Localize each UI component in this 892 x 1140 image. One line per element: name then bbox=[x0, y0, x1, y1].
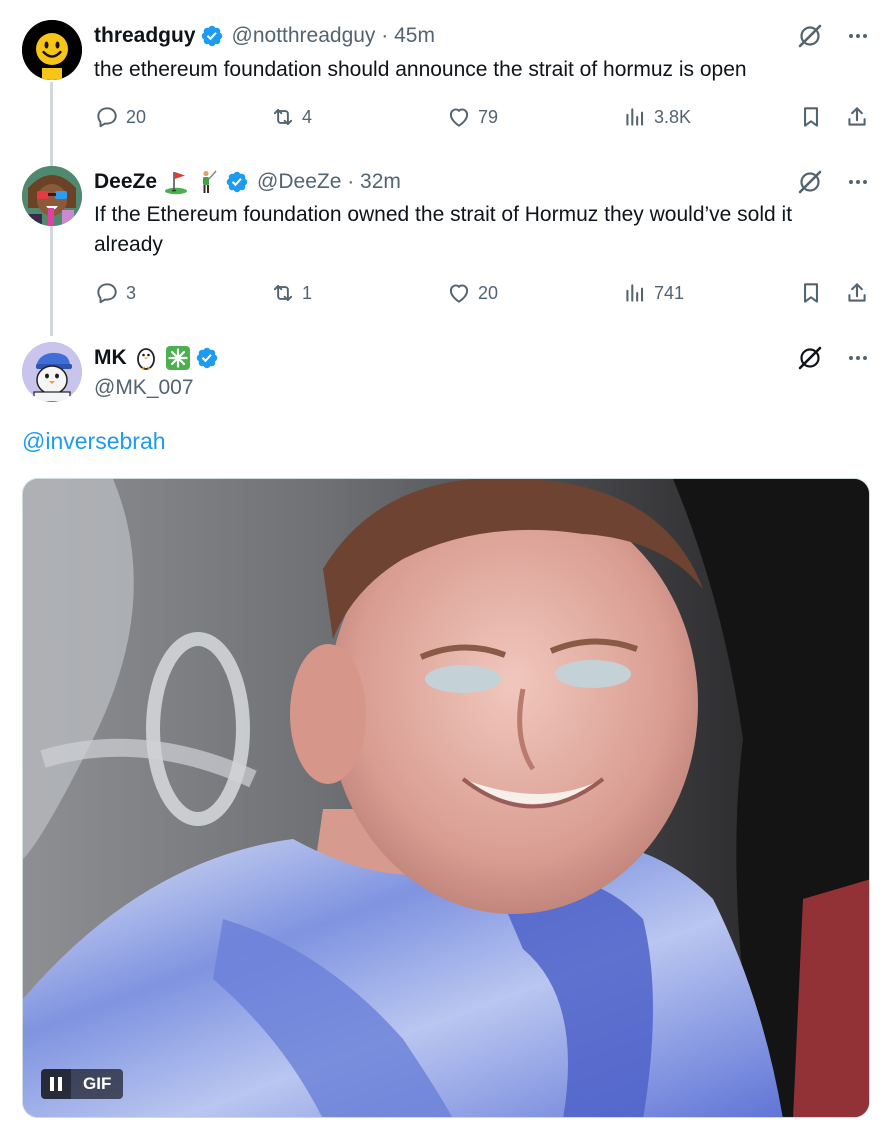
avatar[interactable] bbox=[22, 166, 82, 226]
verified-badge-icon[interactable] bbox=[200, 24, 224, 48]
bookmark-button[interactable] bbox=[798, 276, 824, 310]
penguin-cap-avatar-icon bbox=[22, 342, 82, 402]
thread-connector bbox=[50, 82, 53, 160]
like-count: 79 bbox=[478, 106, 499, 127]
gif-badge: GIF bbox=[71, 1069, 124, 1099]
repost-count: 1 bbox=[302, 282, 313, 303]
gif-image bbox=[23, 479, 869, 1117]
repost-count: 4 bbox=[302, 106, 313, 127]
tweet-header: threadguy @notthreadguy · 45m bbox=[94, 20, 892, 52]
tweet-top-actions bbox=[796, 166, 870, 198]
grok-icon[interactable] bbox=[796, 22, 824, 50]
handle-row: @MK_007 bbox=[94, 372, 892, 404]
analytics-icon bbox=[626, 284, 644, 302]
verified-badge-icon[interactable] bbox=[225, 170, 249, 194]
heart-icon bbox=[449, 284, 469, 303]
gif-media[interactable]: GIF bbox=[22, 478, 870, 1118]
verified-badge-icon[interactable] bbox=[195, 346, 219, 370]
golf-flag-icon bbox=[165, 172, 188, 195]
more-options-icon[interactable] bbox=[846, 170, 870, 194]
repost-icon bbox=[273, 284, 293, 302]
views-count: 741 bbox=[654, 282, 685, 303]
handle-and-time[interactable]: @DeeZe · 32m bbox=[257, 170, 401, 194]
cartoon-avatar-icon bbox=[22, 166, 82, 226]
like-button[interactable]: 20 bbox=[446, 276, 498, 310]
share-icon bbox=[848, 283, 866, 302]
penguin-icon bbox=[136, 348, 155, 370]
views-button[interactable]: 3.8K bbox=[622, 100, 691, 134]
action-bar: 3 1 20 741 bbox=[94, 276, 872, 310]
grok-icon[interactable] bbox=[796, 344, 824, 372]
display-name[interactable]: DeeZe bbox=[94, 170, 157, 194]
tweet-1: threadguy @notthreadguy · 45m the ethere… bbox=[0, 0, 892, 160]
like-count: 20 bbox=[478, 282, 499, 303]
reply-icon bbox=[97, 107, 117, 128]
grok-icon[interactable] bbox=[796, 168, 824, 196]
pause-button[interactable] bbox=[41, 1069, 71, 1099]
reply-count: 20 bbox=[126, 106, 147, 127]
thread-connector bbox=[50, 226, 53, 336]
views-count: 3.8K bbox=[654, 106, 692, 127]
sparkle-icon bbox=[165, 346, 190, 370]
gif-controls: GIF bbox=[41, 1069, 124, 1099]
avatar[interactable] bbox=[22, 342, 82, 402]
tweet-header: MK bbox=[94, 342, 892, 374]
mention-link[interactable]: @inversebrah bbox=[22, 428, 166, 455]
repost-button[interactable]: 4 bbox=[270, 100, 312, 134]
action-bar: 20 4 79 3.8K bbox=[94, 100, 872, 134]
more-options-icon[interactable] bbox=[846, 346, 870, 370]
analytics-icon bbox=[626, 108, 644, 126]
like-button[interactable]: 79 bbox=[446, 100, 498, 134]
tweet-text: the ethereum foundation should announce … bbox=[94, 58, 747, 81]
views-button[interactable]: 741 bbox=[622, 276, 684, 310]
golfer-icon bbox=[203, 170, 217, 193]
tweet-header: DeeZe @DeeZe · 32m bbox=[94, 166, 892, 198]
smiley-avatar-icon bbox=[22, 20, 82, 80]
display-name[interactable]: threadguy bbox=[94, 24, 196, 48]
reply-count: 3 bbox=[126, 282, 137, 303]
handle-and-time[interactable]: @notthreadguy · 45m bbox=[232, 24, 435, 48]
tweet-top-actions bbox=[796, 342, 870, 374]
handle[interactable]: @MK_007 bbox=[94, 376, 194, 400]
tweet-text: If the Ethereum foundation owned the str… bbox=[94, 203, 793, 256]
reply-button[interactable]: 3 bbox=[94, 276, 136, 310]
bookmark-button[interactable] bbox=[798, 100, 824, 134]
repost-button[interactable]: 1 bbox=[270, 276, 312, 310]
share-button[interactable] bbox=[844, 276, 870, 310]
pause-icon bbox=[50, 1077, 62, 1091]
avatar[interactable] bbox=[22, 20, 82, 80]
tweet-top-actions bbox=[796, 20, 870, 52]
reply-icon bbox=[97, 283, 117, 304]
display-name[interactable]: MK bbox=[94, 346, 127, 370]
repost-icon bbox=[273, 108, 293, 126]
share-button[interactable] bbox=[844, 100, 870, 134]
reply-button[interactable]: 20 bbox=[94, 100, 146, 134]
bookmark-icon bbox=[804, 107, 818, 127]
more-options-icon[interactable] bbox=[846, 24, 870, 48]
heart-icon bbox=[449, 108, 469, 127]
bookmark-icon bbox=[804, 283, 818, 303]
share-icon bbox=[848, 107, 866, 126]
tweet-2: DeeZe @DeeZe · 32m If the Ethereum found… bbox=[0, 160, 892, 336]
